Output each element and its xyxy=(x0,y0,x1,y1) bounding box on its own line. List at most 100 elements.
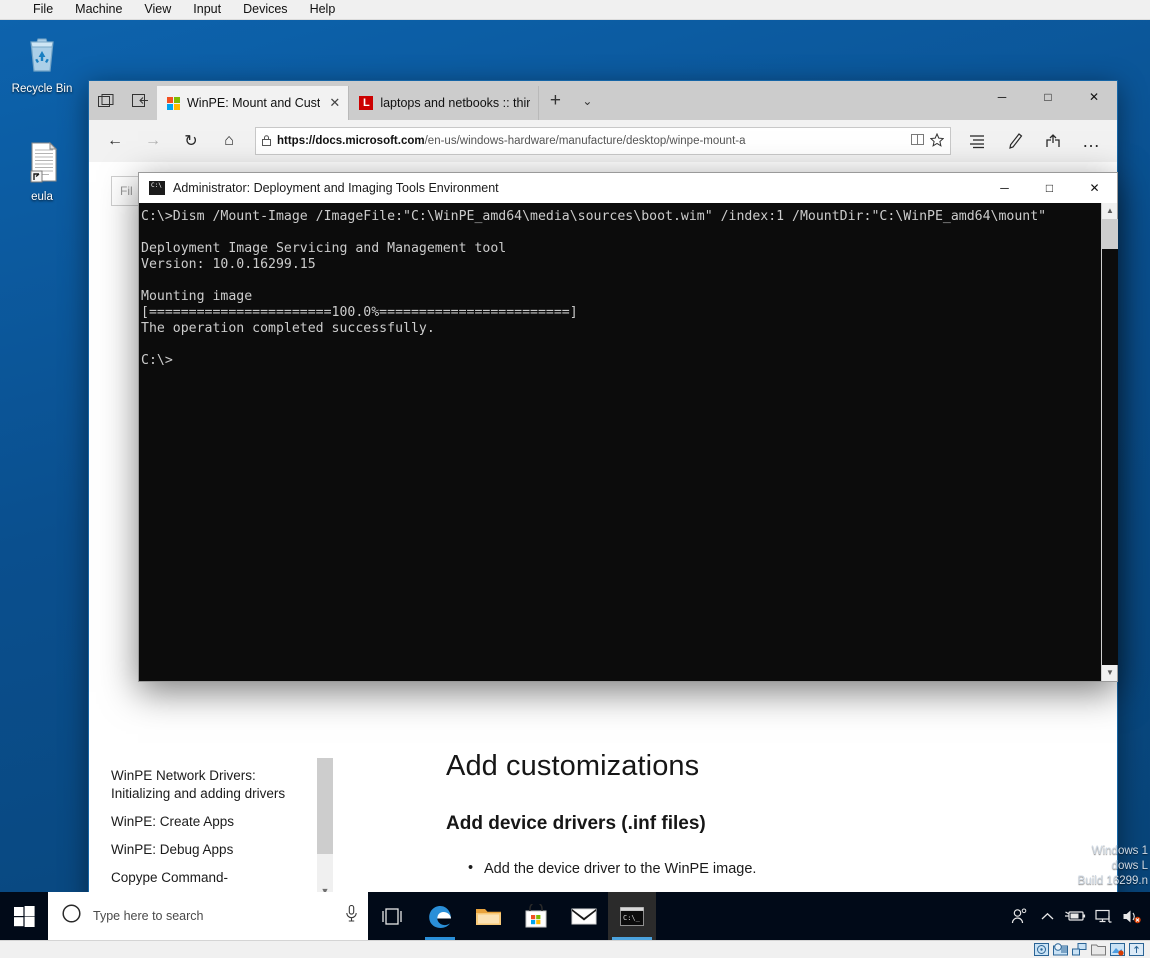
page-title: Add customizations xyxy=(446,750,700,782)
command-prompt-titlebar[interactable]: C:\ Administrator: Deployment and Imagin… xyxy=(139,173,1117,203)
console-icon: C:\ xyxy=(149,181,165,195)
toc-scrollbar[interactable]: ▼ xyxy=(317,758,333,892)
desktop-icon-eula[interactable]: eula xyxy=(4,138,80,204)
section-heading: Add device drivers (.inf files) xyxy=(446,813,706,834)
watermark-line-3: Build 16299.n xyxy=(1077,875,1148,887)
console-scrollbar-thumb[interactable] xyxy=(1102,219,1118,249)
network-icon[interactable] xyxy=(1090,892,1116,940)
home-button[interactable]: ⌂ xyxy=(211,125,247,157)
maximize-button[interactable]: □ xyxy=(1025,81,1071,113)
search-input[interactable]: Type here to search xyxy=(93,909,333,923)
taskbar-store-button[interactable] xyxy=(512,892,560,940)
desktop-icon-label: Recycle Bin xyxy=(11,83,73,95)
microsoft-logo-icon xyxy=(167,96,180,110)
window-title: Administrator: Deployment and Imaging To… xyxy=(173,181,499,195)
close-button[interactable]: ✕ xyxy=(1071,81,1117,113)
tab-title: WinPE: Mount and Cust xyxy=(187,96,321,110)
bullet-marker: • xyxy=(468,860,474,876)
taskbar-file-explorer-button[interactable] xyxy=(464,892,512,940)
browser-tab-winpe[interactable]: WinPE: Mount and Cust ✕ xyxy=(157,86,349,120)
toc-item-copype-command[interactable]: Copype Command- xyxy=(111,864,317,892)
lock-icon xyxy=(262,134,271,149)
share-icon[interactable] xyxy=(1035,125,1071,157)
network-icon[interactable] xyxy=(1071,943,1087,957)
windows-activation-watermark: Windows 1 dows L Build 16299.n xyxy=(1078,844,1148,889)
tab-preview-icon[interactable] xyxy=(89,81,123,120)
start-button[interactable] xyxy=(0,892,48,940)
people-icon[interactable] xyxy=(1006,892,1032,940)
star-icon[interactable] xyxy=(929,132,945,150)
back-button[interactable]: ← xyxy=(97,125,133,157)
close-icon[interactable]: ✕ xyxy=(329,95,340,111)
hard-disk-icon[interactable] xyxy=(1033,943,1049,957)
console-output-area[interactable]: C:\>Dism /Mount-Image /ImageFile:"C:\Win… xyxy=(139,203,1118,681)
minimize-button[interactable]: ─ xyxy=(979,81,1025,113)
browser-window-controls: ─ □ ✕ xyxy=(979,81,1117,113)
url-domain: https://docs.microsoft.com xyxy=(277,135,425,147)
optical-disk-icon[interactable] xyxy=(1052,943,1068,957)
web-notes-icon[interactable] xyxy=(997,125,1033,157)
text-file-icon xyxy=(4,138,80,186)
usb-icon[interactable] xyxy=(1128,943,1144,957)
microphone-icon[interactable] xyxy=(345,904,358,927)
desktop-icon-recycle-bin[interactable]: Recycle Bin xyxy=(4,30,80,96)
refresh-button[interactable]: ↻ xyxy=(173,125,209,157)
taskbar-command-prompt-button[interactable]: C:\_ xyxy=(608,892,656,940)
browser-navbar: ← → ↻ ⌂ https://docs.microsoft.com/en-us… xyxy=(89,120,1117,162)
watermark-line-2: dows L xyxy=(1111,860,1148,872)
battery-icon[interactable] xyxy=(1062,892,1088,940)
menu-devices[interactable]: Devices xyxy=(232,0,298,19)
taskbar-edge-button[interactable] xyxy=(416,892,464,940)
docs-toc-list: WinPE Network Drivers: Initializing and … xyxy=(111,762,317,892)
windows-desktop: Recycle Bin eula WinPE: Mount and Cust ✕… xyxy=(0,20,1150,892)
display-icon[interactable] xyxy=(1109,943,1125,957)
toc-item-winpe-network-drivers[interactable]: WinPE Network Drivers: Initializing and … xyxy=(111,762,317,808)
taskbar-mail-button[interactable] xyxy=(560,892,608,940)
cortana-circle-icon xyxy=(62,904,81,928)
task-view-button[interactable] xyxy=(368,892,416,940)
browser-tab-laptops[interactable]: L laptops and netbooks :: thir xyxy=(348,86,540,120)
toc-scrollbar-thumb[interactable] xyxy=(317,758,333,854)
toc-item-winpe-debug-apps[interactable]: WinPE: Debug Apps xyxy=(111,836,317,864)
scroll-up-arrow-icon[interactable]: ▲ xyxy=(1102,203,1118,219)
bullet-item: • Add the device driver to the WinPE ima… xyxy=(446,860,1096,877)
console-output-text: C:\>Dism /Mount-Image /ImageFile:"C:\Win… xyxy=(141,209,1047,368)
bullet-text: Add the device driver to the WinPE image… xyxy=(484,861,757,877)
show-hidden-icons-chevron[interactable] xyxy=(1034,892,1060,940)
desktop-icon-label: eula xyxy=(31,191,53,203)
scroll-down-arrow-icon[interactable]: ▼ xyxy=(1102,665,1118,681)
command-prompt-window: C:\ Administrator: Deployment and Imagin… xyxy=(138,172,1118,682)
close-button[interactable]: ✕ xyxy=(1072,173,1117,203)
search-box[interactable]: Type here to search xyxy=(48,892,368,940)
shared-folder-icon[interactable] xyxy=(1090,943,1106,957)
lenovo-favicon-icon: L xyxy=(359,96,374,110)
toc-item-winpe-create-apps[interactable]: WinPE: Create Apps xyxy=(111,808,317,836)
menu-view[interactable]: View xyxy=(133,0,182,19)
filter-input-text: Fil xyxy=(120,184,133,198)
address-bar[interactable]: https://docs.microsoft.com/en-us/windows… xyxy=(255,127,951,155)
browser-tabstrip: WinPE: Mount and Cust ✕ L laptops and ne… xyxy=(89,81,1117,120)
menu-input[interactable]: Input xyxy=(182,0,232,19)
svg-text:C:\_: C:\_ xyxy=(623,914,641,922)
set-tabs-aside-icon[interactable] xyxy=(123,81,157,120)
console-scrollbar[interactable]: ▲ ▼ xyxy=(1101,203,1118,681)
reading-view-icon[interactable] xyxy=(911,133,924,149)
menu-help[interactable]: Help xyxy=(299,0,347,19)
cmd-window-controls: ─ □ ✕ xyxy=(982,173,1117,203)
maximize-button[interactable]: □ xyxy=(1027,173,1072,203)
menu-file[interactable]: File xyxy=(22,0,64,19)
hub-icon[interactable] xyxy=(959,125,995,157)
volume-muted-icon[interactable] xyxy=(1118,892,1144,940)
settings-more-icon[interactable]: … xyxy=(1073,125,1109,157)
recycle-bin-icon xyxy=(4,30,80,78)
address-bar-text: https://docs.microsoft.com/en-us/windows… xyxy=(277,135,905,147)
chevron-down-icon[interactable]: ⌄ xyxy=(571,81,603,120)
minimize-button[interactable]: ─ xyxy=(982,173,1027,203)
vbox-statusbar xyxy=(0,940,1150,958)
forward-button[interactable]: → xyxy=(135,125,171,157)
vbox-menubar: File Machine View Input Devices Help xyxy=(0,0,1150,20)
console-scrollbar-track[interactable] xyxy=(1102,249,1118,665)
tab-title: laptops and netbooks :: thir xyxy=(380,96,531,110)
new-tab-button[interactable]: + xyxy=(539,81,571,120)
menu-machine[interactable]: Machine xyxy=(64,0,133,19)
